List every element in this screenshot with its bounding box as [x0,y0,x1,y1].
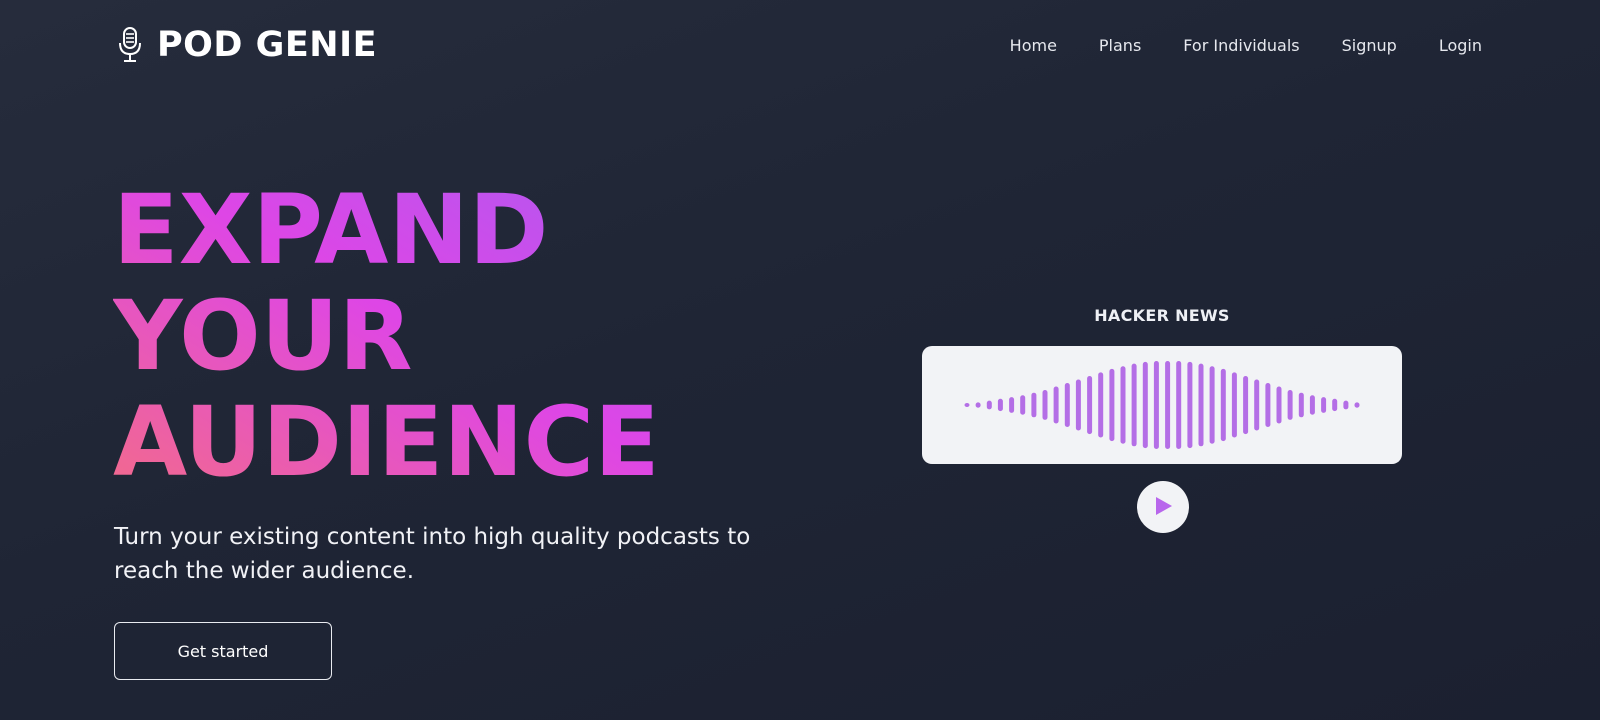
waveform-bar [1298,392,1304,418]
nav-signup[interactable]: Signup [1342,36,1397,55]
brand-name: POD GENIE [157,24,378,65]
waveform-bar [1332,398,1338,412]
hero-title-line-3: AUDIENCE [113,386,660,498]
waveform-bar [1087,376,1093,435]
waveform-bar [1009,397,1015,413]
hero-title: EXPAND YOUR AUDIENCE [113,177,753,495]
waveform-bar [1198,363,1204,447]
waveform-bar [1165,361,1171,449]
waveform-bar [1042,390,1048,420]
main-nav: Home Plans For Individuals Signup Login [1010,36,1482,55]
waveform-bar [1187,361,1193,449]
waveform-bar [1354,402,1360,408]
waveform-bar [1120,366,1126,444]
waveform-bar [1020,395,1026,415]
waveform-bar [1231,372,1237,438]
waveform-bar [1142,361,1148,449]
hero-title-line-2: YOUR [113,280,413,392]
waveform-bar [1321,397,1327,413]
waveform-bar [1220,368,1226,442]
waveform-bar [1209,366,1215,444]
hero-subtitle: Turn your existing content into high qua… [114,524,751,584]
nav-for-individuals[interactable]: For Individuals [1183,36,1299,55]
waveform-bar [1064,383,1070,427]
waveform-bar [1109,368,1115,442]
audio-waveform [964,361,1360,449]
waveform-card[interactable] [922,346,1402,464]
play-button[interactable] [1137,481,1189,533]
nav-plans[interactable]: Plans [1099,36,1141,55]
waveform-bar [1176,361,1182,449]
nav-home[interactable]: Home [1010,36,1057,55]
microphone-icon [117,26,143,64]
waveform-bar [964,403,970,407]
waveform-bar [1243,376,1249,435]
play-icon [1152,495,1174,520]
waveform-bar [1343,400,1349,410]
get-started-button[interactable]: Get started [114,622,332,680]
brand-logo[interactable]: POD GENIE [117,26,377,64]
waveform-bar [986,400,992,410]
waveform-bar [1287,390,1293,420]
waveform-bar [1075,379,1081,431]
site-header: POD GENIE Home Plans For Individuals Sig… [0,0,1600,96]
waveform-bar [1153,361,1159,449]
hero-title-line-1: EXPAND [113,174,549,286]
waveform-bar [997,398,1003,412]
waveform-bar [1131,363,1137,447]
waveform-bar [1276,386,1282,424]
nav-login[interactable]: Login [1439,36,1482,55]
waveform-bar [1053,386,1059,424]
waveform-bar [1254,379,1260,431]
waveform-bar [1265,383,1271,427]
waveform-bar [1309,395,1315,415]
waveform-bar [1031,392,1037,418]
waveform-bar [975,402,981,408]
waveform-bar [1098,372,1104,438]
player-label: HACKER NEWS [1094,306,1230,325]
